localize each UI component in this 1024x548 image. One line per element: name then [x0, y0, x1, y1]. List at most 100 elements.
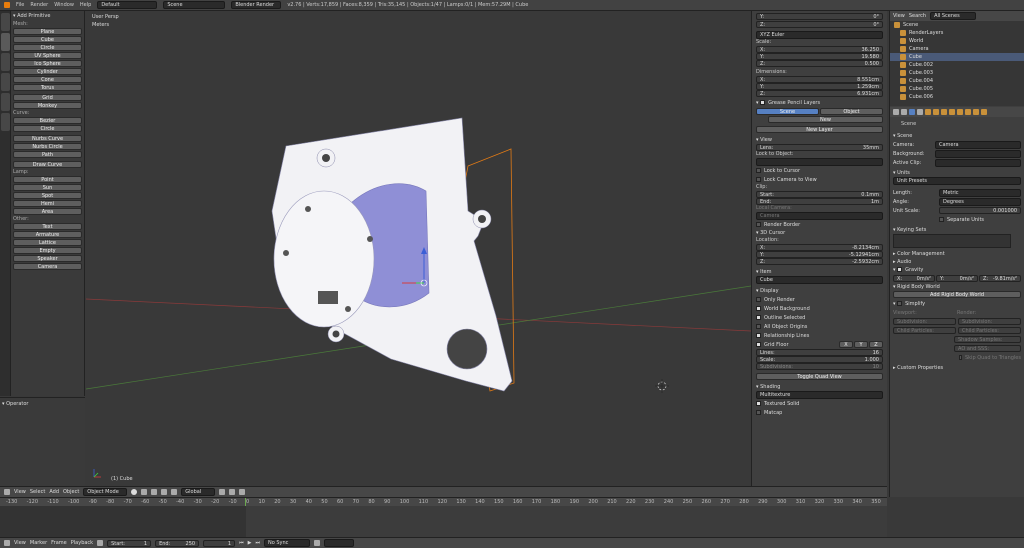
render-preview-icon[interactable]: [239, 489, 246, 495]
add-point-button[interactable]: Point: [13, 176, 82, 183]
add-plane-button[interactable]: Plane: [13, 28, 82, 35]
outliner-item[interactable]: Cube.002: [890, 61, 1024, 69]
outliner-item[interactable]: Cube.003: [890, 69, 1024, 77]
render-child-particles-field[interactable]: Child Particles:: [958, 327, 1021, 334]
grid-scale-field[interactable]: Scale: 1.000: [756, 356, 883, 363]
outliner-item[interactable]: World: [890, 37, 1024, 45]
timeline[interactable]: -130 -120 -110 -100 -90 -80 -70 -60 -50 -40 -30 -20…: [0, 497, 887, 538]
lock-object-field[interactable]: [756, 158, 883, 166]
cursor-y-field[interactable]: Y: -5.12941cm: [756, 251, 883, 258]
lock-cursor-checkbox[interactable]: Lock to Cursor: [764, 168, 800, 174]
outliner-item[interactable]: Cube.004: [890, 77, 1024, 85]
add-camera-button[interactable]: Camera: [13, 263, 82, 270]
add-armature-button[interactable]: Armature: [13, 231, 82, 238]
tab-animation[interactable]: [1, 73, 10, 91]
gp-scene-button[interactable]: Scene: [756, 108, 819, 115]
scale-z-field[interactable]: Z: 0.500: [756, 60, 883, 67]
menu-render[interactable]: Render: [30, 2, 48, 8]
start-frame-field[interactable]: Start: 1: [107, 539, 152, 547]
outliner-filter-select[interactable]: All Scenes: [930, 12, 977, 20]
outliner-item[interactable]: Camera: [890, 45, 1024, 53]
local-camera-field[interactable]: Camera: [756, 212, 883, 220]
outliner-item[interactable]: Cube.006: [890, 93, 1024, 101]
tab-grease-pencil[interactable]: [1, 113, 10, 131]
add-text-button[interactable]: Text: [13, 223, 82, 230]
viewport-child-particles-field[interactable]: Child Particles:: [893, 327, 956, 334]
separate-units-checkbox[interactable]: Separate Units: [947, 217, 984, 223]
scene-select[interactable]: Scene: [163, 1, 226, 9]
toggle-quad-view-button[interactable]: Toggle Quad View: [756, 373, 883, 380]
material-tab-icon[interactable]: [957, 109, 963, 115]
dimension-z-field[interactable]: Z: 6.931cm: [756, 90, 883, 97]
particles-tab-icon[interactable]: [973, 109, 979, 115]
outline-selected-checkbox[interactable]: Outline Selected: [764, 315, 805, 321]
length-select[interactable]: Metric: [939, 188, 1021, 197]
add-speaker-button[interactable]: Speaker: [13, 255, 82, 262]
editor-type-icon[interactable]: [4, 489, 10, 495]
skip-quad-checkbox[interactable]: Skip Quad to Triangles: [965, 355, 1021, 361]
outliner-item[interactable]: Cube: [890, 53, 1024, 61]
background-field[interactable]: [935, 149, 1021, 158]
add-cylinder-button[interactable]: Cylinder: [13, 68, 82, 75]
active-clip-field[interactable]: [935, 158, 1021, 167]
add-circle-button[interactable]: Circle: [13, 125, 82, 132]
view-menu[interactable]: View: [14, 489, 26, 495]
textured-solid-checkbox[interactable]: Textured Solid: [764, 401, 799, 407]
menu-file[interactable]: File: [16, 2, 24, 8]
tl-frame-menu[interactable]: Frame: [51, 540, 67, 546]
orientation-select[interactable]: Global: [181, 488, 216, 496]
render-tab-icon[interactable]: [893, 109, 899, 115]
add-torus-button[interactable]: Torus: [13, 84, 82, 91]
layout-select[interactable]: Default: [97, 1, 158, 9]
object-tab-icon[interactable]: [925, 109, 931, 115]
add-grid-button[interactable]: Grid: [13, 94, 82, 101]
rotation-z-field[interactable]: Z: 0°: [756, 21, 883, 28]
rotate-icon[interactable]: [171, 489, 178, 495]
axis-z-toggle[interactable]: Z: [869, 341, 883, 348]
snap-icon[interactable]: [229, 489, 236, 495]
add-rigid-body-world-button[interactable]: Add Rigid Body World: [893, 291, 1021, 298]
world-background-checkbox[interactable]: World Background: [764, 306, 810, 312]
keying-set-field[interactable]: [323, 539, 354, 547]
add-bezier-button[interactable]: Bezier: [13, 117, 82, 124]
record-icon[interactable]: [97, 540, 104, 546]
select-menu[interactable]: Select: [30, 489, 45, 495]
scene-tab-icon[interactable]: [909, 109, 915, 115]
add-spot-button[interactable]: Spot: [13, 192, 82, 199]
add-lattice-button[interactable]: Lattice: [13, 239, 82, 246]
rotation-mode-select[interactable]: XYZ Euler: [756, 31, 883, 39]
axis-x-toggle[interactable]: X: [839, 341, 853, 348]
sync-select[interactable]: No Sync: [263, 539, 310, 547]
unit-presets-select[interactable]: Unit Presets: [893, 177, 1021, 185]
add-empty-button[interactable]: Empty: [13, 247, 82, 254]
add-monkey-button[interactable]: Monkey: [13, 102, 82, 109]
texture-tab-icon[interactable]: [965, 109, 971, 115]
add-uv-sphere-button[interactable]: UV Sphere: [13, 52, 82, 59]
item-name-field[interactable]: Cube: [756, 276, 883, 284]
play-icon[interactable]: ▶: [248, 540, 252, 546]
unit-scale-field[interactable]: 0.001000: [939, 207, 1021, 214]
matcap-checkbox[interactable]: Matcap: [764, 410, 782, 416]
lock-camera-checkbox[interactable]: Lock Camera to View: [764, 177, 817, 183]
viewport-subdivision-field[interactable]: Subdivision:: [893, 318, 956, 325]
rotation-y-field[interactable]: Y: 0°: [756, 13, 883, 20]
menu-window[interactable]: Window: [54, 2, 74, 8]
layers-icon[interactable]: [219, 489, 226, 495]
add-draw-curve-button[interactable]: Draw Curve: [13, 161, 82, 168]
render-border-checkbox[interactable]: Render Border: [764, 222, 800, 228]
relationship-lines-checkbox[interactable]: Relationship Lines: [764, 333, 809, 339]
manipulator-icon[interactable]: [151, 489, 158, 495]
all-object-origins-checkbox[interactable]: All Object Origins: [764, 324, 807, 330]
add-area-button[interactable]: Area: [13, 208, 82, 215]
jump-end-icon[interactable]: ⏭: [255, 540, 260, 546]
outliner-view-menu[interactable]: View: [893, 13, 905, 19]
cursor-z-field[interactable]: Z: -2.5932cm: [756, 258, 883, 265]
pivot-icon[interactable]: [141, 489, 148, 495]
dimension-x-field[interactable]: X: 8.551cm: [756, 76, 883, 83]
outliner-item[interactable]: Scene: [890, 21, 1024, 29]
render-engine-select[interactable]: Blender Render: [231, 1, 282, 9]
add-circle-button[interactable]: Circle: [13, 44, 82, 51]
grid-subdivisions-field[interactable]: Subdivisions: 10: [756, 363, 883, 370]
3d-viewport[interactable]: [86, 11, 751, 486]
data-tab-icon[interactable]: [949, 109, 955, 115]
